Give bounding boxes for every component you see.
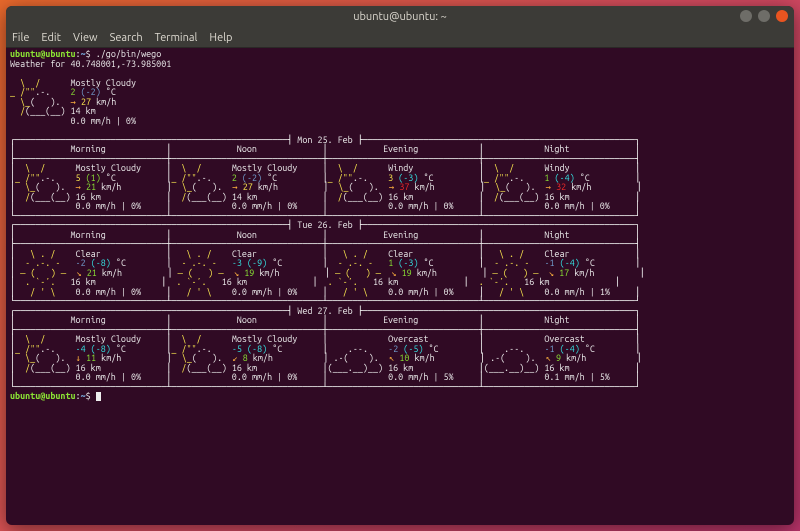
menu-view[interactable]: View [73, 32, 98, 44]
cursor [96, 392, 101, 401]
window-controls [740, 10, 788, 22]
menu-terminal[interactable]: Terminal [155, 32, 198, 44]
menu-file[interactable]: File [12, 32, 29, 44]
window-titlebar[interactable]: ubuntu@ubuntu: ~ [6, 6, 794, 28]
minimize-button[interactable] [740, 10, 752, 22]
window-title: ubuntu@ubuntu: ~ [353, 11, 447, 23]
terminal-window: ubuntu@ubuntu: ~ File Edit View Search T… [6, 6, 794, 525]
maximize-button[interactable] [758, 10, 770, 22]
menu-edit[interactable]: Edit [41, 32, 61, 44]
menu-search[interactable]: Search [110, 32, 143, 44]
terminal-output[interactable]: ubuntu@ubuntu:~$ ./go/bin/wego Weather f… [6, 48, 794, 525]
close-button[interactable] [776, 10, 788, 22]
menu-help[interactable]: Help [209, 32, 232, 44]
menu-bar: File Edit View Search Terminal Help [6, 28, 794, 48]
